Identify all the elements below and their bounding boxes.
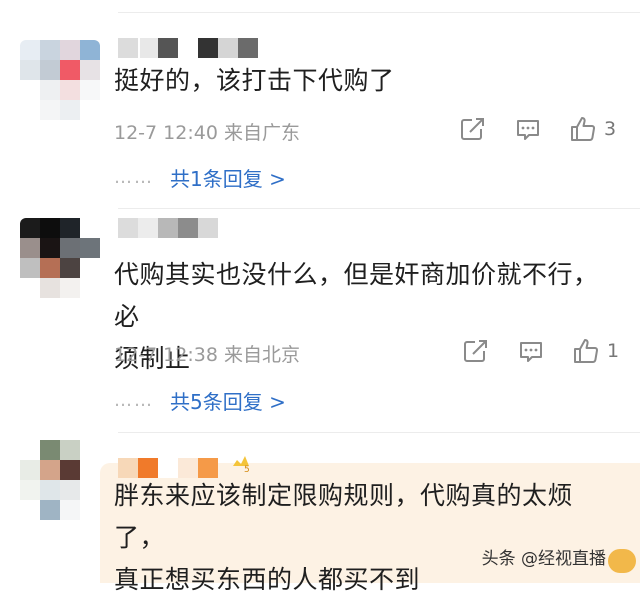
sticker-badge-icon bbox=[608, 549, 636, 573]
avatar[interactable] bbox=[20, 440, 100, 520]
like-button[interactable]: 3 bbox=[570, 116, 616, 142]
level-badge-icon: 5 bbox=[233, 456, 250, 474]
comment-divider bbox=[118, 208, 640, 209]
avatar[interactable] bbox=[20, 218, 100, 298]
comment-button[interactable] bbox=[518, 340, 544, 364]
comment-date: 12-7 12:38 bbox=[114, 344, 218, 366]
comment-meta: 12-7 12:38 来自北京 bbox=[114, 340, 300, 367]
watermark: 头条 @经视直播 bbox=[481, 549, 606, 569]
comment-location: 来自广东 bbox=[223, 122, 300, 144]
comment-text-line: 代购其实也没什么，但是奸商加价就不行，必 bbox=[114, 260, 599, 331]
thumbs-up-icon bbox=[574, 339, 598, 363]
replies-row: …… 共5条回复 > bbox=[114, 386, 286, 415]
top-divider bbox=[118, 12, 640, 13]
comment-icon bbox=[517, 120, 539, 140]
comment-text: 胖东来应该制定限购规则，代购真的太烦了， 真正想买东西的人都买不到 bbox=[114, 475, 610, 601]
share-icon bbox=[464, 340, 487, 362]
view-replies-link[interactable]: 共5条回复 > bbox=[170, 386, 286, 415]
comment-button[interactable] bbox=[515, 118, 541, 142]
comment-meta: 12-7 12:40 来自广东 bbox=[114, 118, 300, 145]
comment-icon bbox=[520, 342, 542, 362]
comment-location: 来自北京 bbox=[223, 344, 300, 366]
avatar[interactable] bbox=[20, 40, 100, 120]
username-blurred[interactable] bbox=[118, 218, 228, 242]
comment-divider bbox=[118, 432, 640, 433]
reply-dots: …… bbox=[114, 390, 154, 411]
thumbs-up-icon bbox=[571, 117, 595, 141]
view-replies-link[interactable]: 共1条回复 > bbox=[170, 163, 286, 192]
share-icon bbox=[461, 118, 484, 140]
replies-row: …… 共1条回复 > bbox=[114, 163, 286, 192]
comment-text: 挺好的，该打击下代购了 bbox=[114, 66, 395, 95]
reply-dots: …… bbox=[114, 167, 154, 188]
share-button[interactable] bbox=[463, 339, 489, 363]
like-count: 1 bbox=[607, 340, 620, 362]
username-blurred[interactable] bbox=[118, 38, 268, 62]
comment-date: 12-7 12:40 bbox=[114, 122, 218, 144]
svg-text:5: 5 bbox=[244, 465, 250, 474]
share-button[interactable] bbox=[460, 117, 486, 141]
like-button[interactable]: 1 bbox=[573, 338, 619, 364]
like-count: 3 bbox=[604, 118, 617, 140]
